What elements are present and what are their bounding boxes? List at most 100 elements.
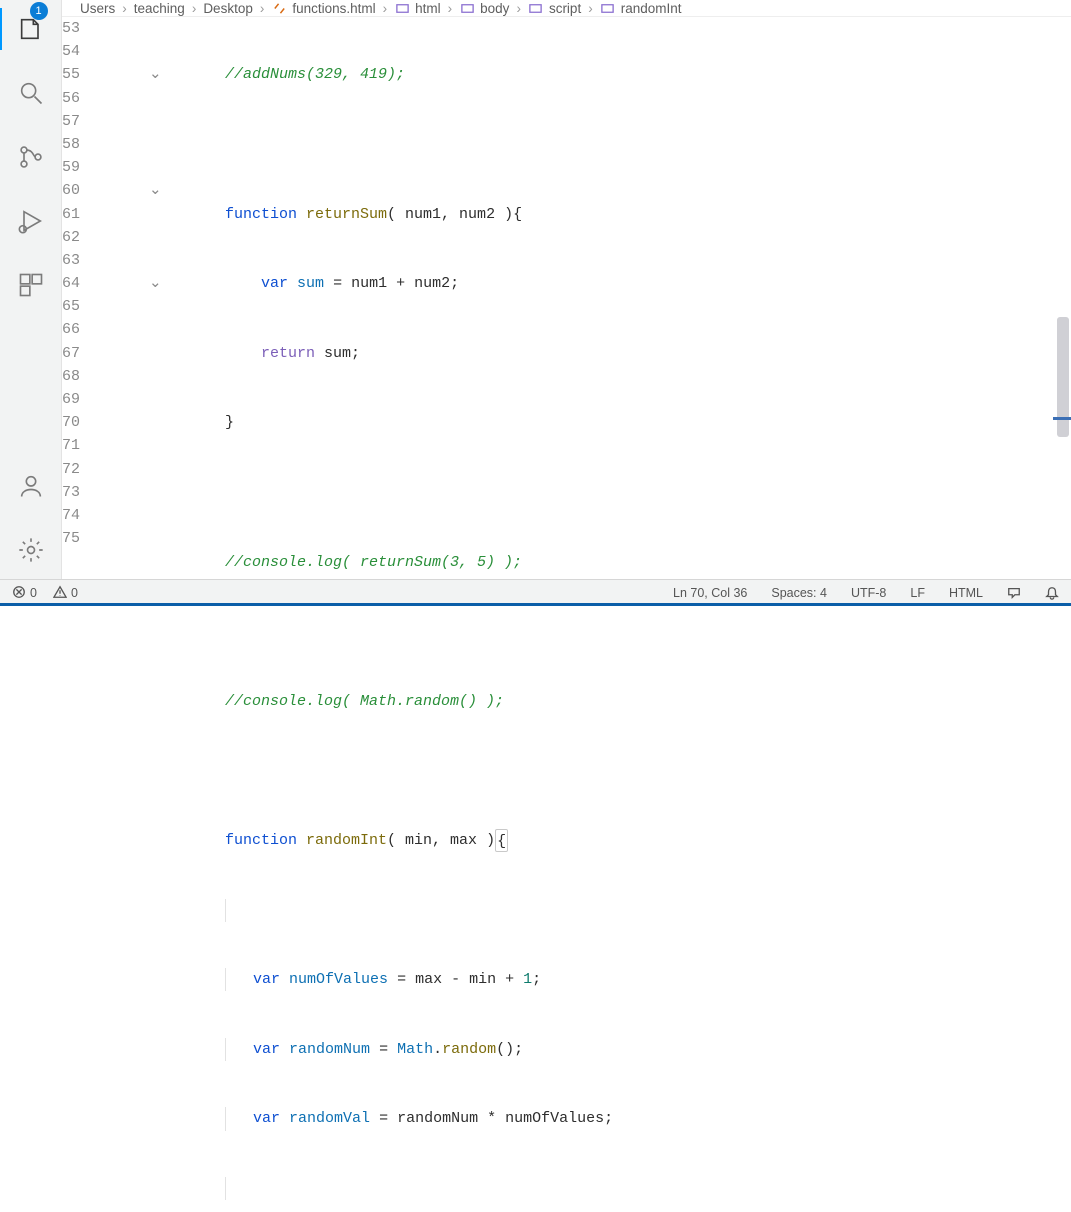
fold-cell: ⌄ <box>149 272 175 295</box>
line-number: 59 <box>62 156 129 179</box>
code-text: Math <box>397 1038 433 1061</box>
extensions-icon[interactable] <box>0 256 62 314</box>
status-indentation[interactable]: Spaces: 4 <box>767 586 831 600</box>
line-number-gutter: 5354555657585960616263646566676869707172… <box>62 17 149 1212</box>
source-control-icon[interactable] <box>0 128 62 186</box>
fold-cell <box>149 342 175 365</box>
fold-cell <box>149 110 175 133</box>
code-text: return <box>261 342 315 365</box>
code-text: sum <box>297 272 324 295</box>
code-text: randomVal <box>289 1107 370 1130</box>
explorer-badge: 1 <box>30 2 48 20</box>
breadcrumb-item[interactable]: Desktop <box>203 1 253 16</box>
code-text: random <box>442 1038 496 1061</box>
chevron-down-icon[interactable]: ⌄ <box>149 179 163 202</box>
line-number: 67 <box>62 342 129 365</box>
line-number: 68 <box>62 365 129 388</box>
line-number: 54 <box>62 40 129 63</box>
line-number: 56 <box>62 87 129 110</box>
chevron-right-icon: › <box>383 1 388 16</box>
line-number: 73 <box>62 481 129 504</box>
code-text: { <box>495 829 508 852</box>
chevron-right-icon: › <box>588 1 593 16</box>
line-number: 57 <box>62 110 129 133</box>
fold-cell: ⌄ <box>149 179 175 202</box>
fold-cell <box>149 481 175 504</box>
code-text: } <box>225 411 234 434</box>
breadcrumb-item[interactable]: Users <box>80 1 115 16</box>
breadcrumb-item[interactable]: body <box>459 0 509 16</box>
search-icon[interactable] <box>0 64 62 122</box>
breadcrumb: Users › teaching › Desktop › functions.h… <box>62 0 1071 17</box>
notifications-bell-icon[interactable] <box>1041 586 1063 600</box>
warning-icon <box>53 585 67 602</box>
code-text: ( min, max ) <box>387 829 495 852</box>
status-encoding[interactable]: UTF-8 <box>847 586 890 600</box>
fold-cell <box>149 458 175 481</box>
function-icon <box>600 0 616 16</box>
html-file-icon <box>271 0 287 16</box>
line-number: 70 <box>62 411 129 434</box>
settings-gear-icon[interactable] <box>0 521 62 579</box>
line-number <box>62 550 129 573</box>
status-error-count: 0 <box>30 586 37 600</box>
code-text: function <box>225 203 297 226</box>
line-number: 60 <box>62 179 129 202</box>
status-bar: 0 0 Ln 70, Col 36 Spaces: 4 UTF-8 LF HTM… <box>0 579 1071 606</box>
breadcrumb-item[interactable]: html <box>394 0 441 16</box>
feedback-icon[interactable] <box>1003 586 1025 600</box>
line-number: 72 <box>62 458 129 481</box>
fold-gutter: ⌄ ⌄ ⌄ <box>149 17 175 1212</box>
line-number: 53 <box>62 17 129 40</box>
status-errors[interactable]: 0 <box>8 585 41 602</box>
fold-cell <box>149 365 175 388</box>
chevron-right-icon: › <box>516 1 521 16</box>
accounts-icon[interactable] <box>0 457 62 515</box>
error-icon <box>12 585 26 602</box>
breadcrumb-label: randomInt <box>621 1 682 16</box>
fold-cell <box>149 226 175 249</box>
code-text: = <box>370 1038 397 1061</box>
breadcrumb-item[interactable]: randomInt <box>600 0 682 16</box>
code-text: var <box>253 1038 280 1061</box>
fold-cell <box>149 203 175 226</box>
code-text: = randomNum * numOfValues; <box>370 1107 613 1130</box>
breadcrumb-item[interactable]: teaching <box>134 1 185 16</box>
breadcrumb-item[interactable]: script <box>528 0 581 16</box>
chevron-down-icon[interactable]: ⌄ <box>149 63 163 86</box>
status-eol[interactable]: LF <box>906 586 929 600</box>
line-number: 69 <box>62 388 129 411</box>
chevron-down-icon[interactable]: ⌄ <box>149 272 163 295</box>
activity-bar: 1 <box>0 0 62 579</box>
symbol-icon <box>528 0 544 16</box>
status-language[interactable]: HTML <box>945 586 987 600</box>
code-text: var <box>253 1107 280 1130</box>
run-debug-icon[interactable] <box>0 192 62 250</box>
code-content[interactable]: //addNums(329, 419); function returnSum(… <box>175 17 1071 1212</box>
code-text: //addNums(329, 419); <box>225 63 405 86</box>
breadcrumb-item[interactable]: functions.html <box>271 0 375 16</box>
breadcrumb-label: body <box>480 1 509 16</box>
fold-cell <box>149 550 175 573</box>
status-warnings[interactable]: 0 <box>49 585 82 602</box>
line-number: 66 <box>62 318 129 341</box>
chevron-right-icon: › <box>448 1 453 16</box>
status-cursor-position[interactable]: Ln 70, Col 36 <box>669 586 751 600</box>
line-number: 64 <box>62 272 129 295</box>
fold-cell <box>149 411 175 434</box>
fold-cell <box>149 434 175 457</box>
symbol-icon <box>459 0 475 16</box>
fold-cell <box>149 295 175 318</box>
chevron-right-icon: › <box>192 1 197 16</box>
code-text: //console.log( returnSum(3, 5) ); <box>225 551 522 574</box>
explorer-icon[interactable]: 1 <box>0 0 62 58</box>
code-text: numOfValues <box>289 968 388 991</box>
code-editor[interactable]: 5354555657585960616263646566676869707172… <box>62 17 1071 1212</box>
code-text: ( num1, num2 ) <box>387 203 513 226</box>
editor-area: Users › teaching › Desktop › functions.h… <box>62 0 1071 579</box>
code-text: sum; <box>315 342 360 365</box>
code-text: = num1 + num2; <box>324 272 459 295</box>
fold-cell <box>149 504 175 527</box>
breadcrumb-label: functions.html <box>292 1 375 16</box>
line-number: 74 <box>62 504 129 527</box>
